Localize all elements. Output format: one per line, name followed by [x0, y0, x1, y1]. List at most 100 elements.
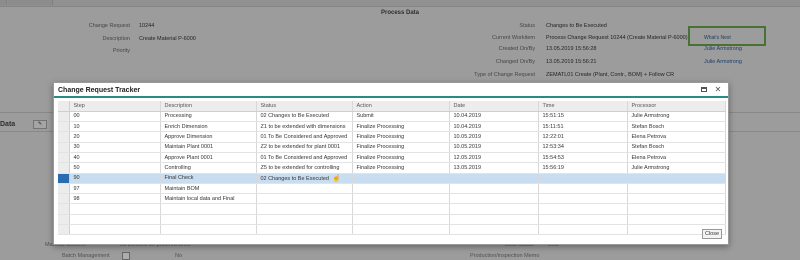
cell-time-text: 15:54:53: [542, 154, 564, 161]
cell-status-text: 02 Changes to Be Executed: [260, 176, 330, 183]
cell-step-text: 90: [73, 175, 80, 182]
cell-action: [352, 224, 450, 236]
cell-time: 15:11:51: [538, 121, 628, 133]
cell-step-text: 50: [73, 164, 80, 171]
table-row[interactable]: 50 Controlling Z5 to be extended for contr…: [58, 162, 726, 174]
cell-status: [256, 183, 353, 195]
select-all-cell[interactable]: [58, 101, 70, 112]
cell-action-text: Finalize Processing: [356, 144, 405, 151]
cell-step: 50: [69, 162, 161, 174]
row-selector[interactable]: [58, 214, 70, 226]
column-header-processor[interactable]: Processor: [627, 101, 726, 112]
cell-processor: Elena Petrova: [627, 131, 726, 143]
row-selector[interactable]: [58, 162, 70, 174]
table-row[interactable]: [58, 203, 726, 215]
cell-time: [538, 224, 628, 236]
row-selector[interactable]: [58, 111, 70, 123]
cell-date-text: 10.05.2019: [453, 134, 482, 141]
column-header-status[interactable]: Status: [256, 101, 353, 112]
cell-time: [538, 183, 628, 195]
cell-description-text: Maintain Plant 0001: [164, 144, 214, 151]
cell-date: 10.04.2019: [449, 121, 539, 133]
cell-description-text: Maintain local data and Final: [164, 195, 235, 202]
row-selector[interactable]: [58, 224, 70, 236]
row-selector[interactable]: [58, 121, 70, 133]
cell-processor-text: Julie Armstrong: [631, 113, 670, 120]
change-request-tracker-dialog: Change Request Tracker ✕ Step Descriptio: [53, 82, 729, 245]
cell-description: Maintain BOM: [160, 183, 257, 195]
cell-description-text: Enrich Dimension: [164, 123, 208, 130]
cell-status-text: Z2 to be extended for plant 0001: [260, 144, 341, 151]
table-row[interactable]: 10 Enrich Dimension Z1 to be extended with…: [58, 121, 726, 133]
cell-action: Finalize Processing: [352, 131, 450, 143]
cell-step-text: 40: [73, 154, 80, 161]
cell-date: [449, 183, 539, 195]
row-selector[interactable]: [58, 193, 70, 205]
cell-status: Z1 to be extended with dimensions: [256, 121, 353, 133]
table-row[interactable]: [58, 214, 726, 226]
cell-processor: Elena Petrova: [627, 152, 726, 164]
cell-processor-text: Julie Armstrong: [631, 164, 670, 171]
cell-processor: Julie Armstrong: [627, 111, 726, 123]
column-header-action[interactable]: Action: [352, 101, 450, 112]
cell-date: [449, 193, 539, 205]
cell-processor: Julie Armstrong: [627, 162, 726, 174]
cell-step-text: 10: [73, 123, 80, 130]
row-selector[interactable]: [58, 131, 70, 143]
cell-date-text: 12.05.2019: [453, 154, 482, 161]
restore-icon[interactable]: [701, 86, 709, 94]
column-header-date[interactable]: Date: [449, 101, 539, 112]
cell-action: [352, 173, 450, 184]
cell-status: Z2 to be extended for plant 0001: [256, 142, 353, 153]
close-button[interactable]: Close: [702, 229, 722, 239]
cell-step: 10: [69, 121, 161, 133]
cell-description: Approve Plant 0001: [160, 152, 257, 164]
table-row[interactable]: [58, 224, 726, 236]
tracker-table: Step Description Status Action Date Time…: [58, 101, 726, 236]
cell-status-text: Z5 to be extended for controlling: [260, 164, 340, 171]
hand-cursor-icon: ☝: [332, 175, 341, 183]
cell-date: [449, 214, 539, 226]
cell-time: [538, 214, 628, 226]
row-selector[interactable]: [58, 183, 70, 195]
dialog-title: Change Request Tracker: [58, 87, 141, 94]
table-row[interactable]: 98 Maintain local data and Final: [58, 193, 726, 205]
cell-time: [538, 173, 628, 184]
row-selector[interactable]: [58, 203, 70, 215]
column-header-description[interactable]: Description: [160, 101, 257, 112]
cell-status-text: 01 To Be Considered and Approved: [260, 154, 348, 161]
cell-processor-text: Elena Petrova: [631, 134, 667, 141]
column-header-time[interactable]: Time: [538, 101, 628, 112]
cell-date: [449, 173, 539, 184]
cell-time-text: 12:53:34: [542, 144, 564, 151]
table-row[interactable]: 00 Processing 02 Changes to Be Executed Sub…: [58, 111, 726, 123]
cell-date: 13.05.2019: [449, 162, 539, 174]
row-selector[interactable]: [58, 173, 70, 184]
cell-status: [256, 203, 353, 215]
row-selector[interactable]: [58, 152, 70, 164]
close-icon[interactable]: ✕: [714, 86, 722, 94]
cell-date: 10.05.2019: [449, 142, 539, 153]
cell-action-text: Finalize Processing: [356, 154, 405, 161]
cell-date-text: 13.05.2019: [453, 164, 482, 171]
table-row[interactable]: 97 Maintain BOM: [58, 183, 726, 195]
table-row[interactable]: 40 Approve Plant 0001 01 To Be Considered …: [58, 152, 726, 164]
cell-time: 15:54:53: [538, 152, 628, 164]
cell-status: 02 Changes to Be Executed: [256, 111, 353, 123]
cell-description: [160, 214, 257, 226]
cell-processor-text: Stefan Bosch: [631, 123, 665, 130]
cell-date: 10.05.2019: [449, 131, 539, 143]
cell-description: Controlling: [160, 162, 257, 174]
cell-processor: [627, 193, 726, 205]
cell-action: [352, 193, 450, 205]
column-header-step[interactable]: Step: [69, 101, 161, 112]
table-row[interactable]: 20 Approve Dimension 01 To Be Considered a…: [58, 131, 726, 143]
cell-description: [160, 224, 257, 236]
row-selector[interactable]: [58, 142, 70, 153]
cell-time: [538, 203, 628, 215]
cell-step: 90: [69, 173, 161, 184]
table-row[interactable]: 90 Final Check 02 Changes to Be Executed ☝: [58, 173, 726, 184]
cell-time-text: 15:56:19: [542, 164, 564, 171]
cell-step-text: 20: [73, 134, 80, 141]
table-row[interactable]: 30 Maintain Plant 0001 Z2 to be extended f…: [58, 142, 726, 153]
